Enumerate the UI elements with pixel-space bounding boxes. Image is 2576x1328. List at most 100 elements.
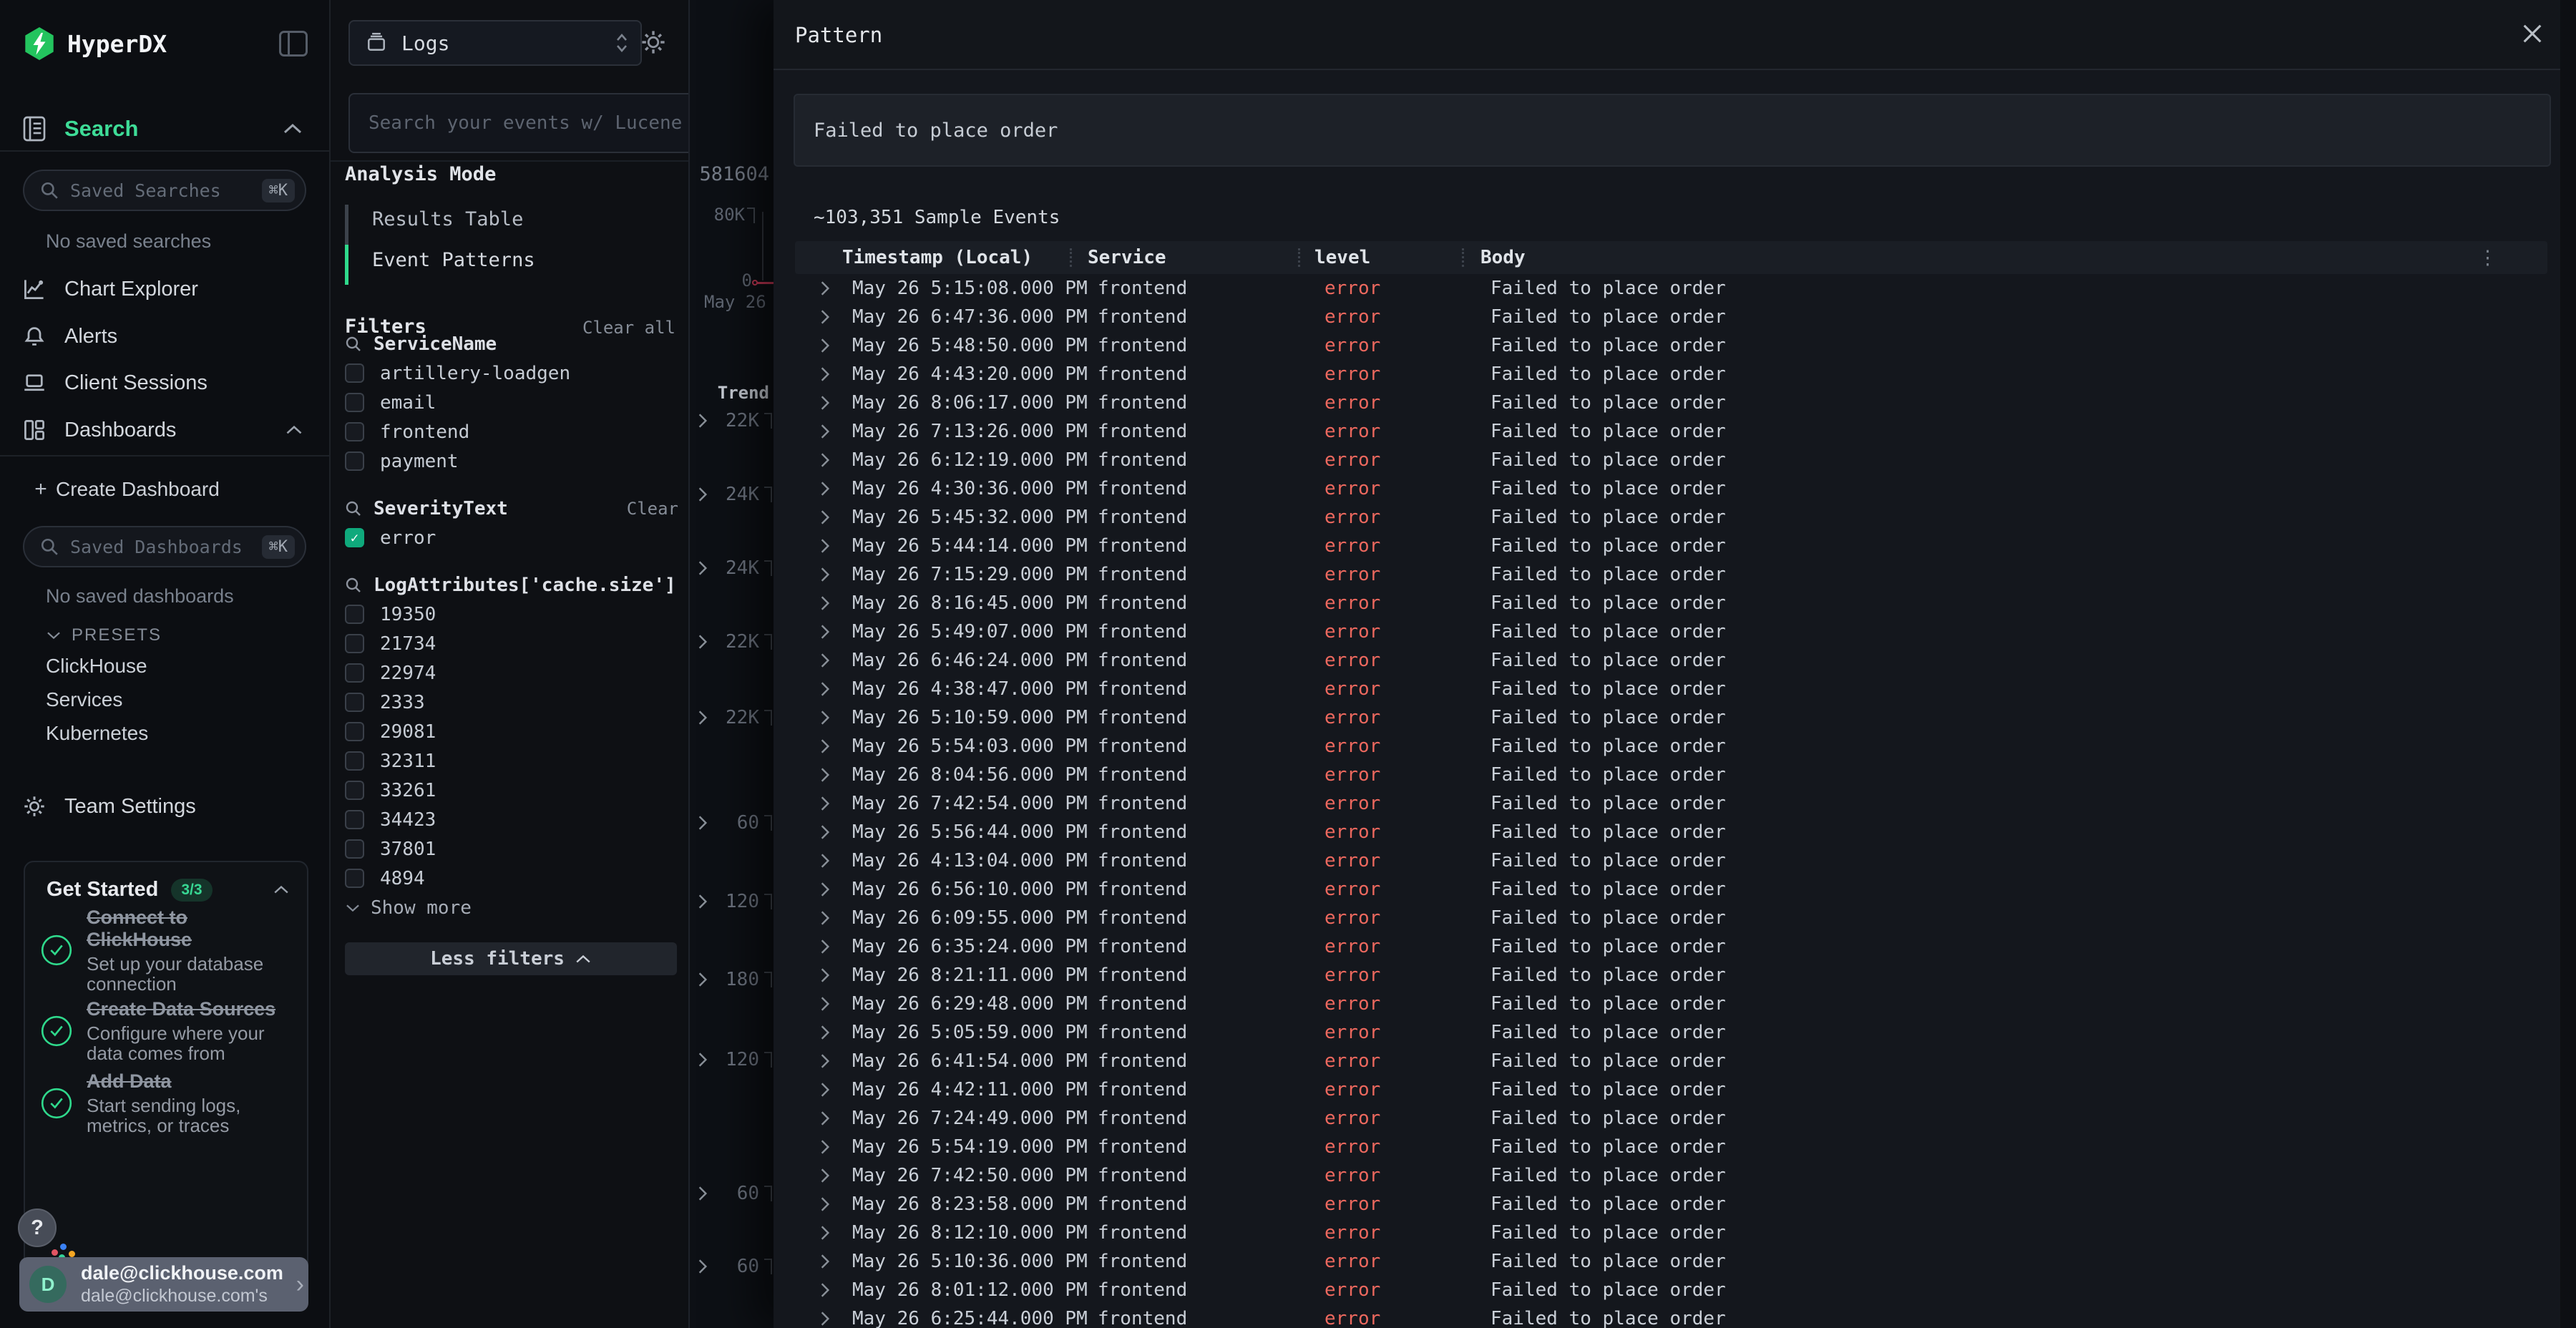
saved-searches-input[interactable]: ⌘K [23,170,306,211]
expand-row-icon[interactable] [697,1185,708,1202]
column-header-service[interactable]: Service [1088,247,1314,268]
event-row[interactable]: May 26 5:54:03.000 PMfrontenderrorFailed… [795,732,2547,761]
expand-row-icon[interactable] [819,881,842,898]
chevron-up-icon[interactable] [273,884,290,895]
expand-row-icon[interactable] [697,412,708,429]
event-row[interactable]: May 26 5:49:07.000 PMfrontenderrorFailed… [795,617,2547,646]
expand-row-icon[interactable] [819,1196,842,1213]
clear-filter-button[interactable]: Clear [627,499,678,519]
sidebar-item-team-settings[interactable]: Team Settings [0,783,329,830]
checkbox[interactable] [345,634,364,653]
event-row[interactable]: May 26 6:56:10.000 PMfrontenderrorFailed… [795,875,2547,904]
filter-option-row[interactable]: 19350 [345,600,678,629]
expand-row-icon[interactable] [697,814,708,831]
filter-option-row[interactable]: 21734 [345,629,678,658]
event-row[interactable]: May 26 5:54:19.000 PMfrontenderrorFailed… [795,1133,2547,1161]
event-row[interactable]: May 26 6:35:24.000 PMfrontenderrorFailed… [795,932,2547,961]
event-row[interactable]: May 26 4:42:11.000 PMfrontenderrorFailed… [795,1075,2547,1104]
event-row[interactable]: May 26 8:23:58.000 PMfrontenderrorFailed… [795,1190,2547,1219]
saved-searches-field[interactable] [69,180,262,202]
expand-row-icon[interactable] [819,1281,842,1299]
event-row[interactable]: May 26 6:25:44.000 PMfrontenderrorFailed… [795,1304,2547,1328]
expand-row-icon[interactable] [819,1224,842,1241]
sidebar-item-dashboards[interactable]: Dashboards [0,406,329,454]
get-started-step[interactable]: Connect to ClickHouseSet up your databas… [41,907,294,994]
expand-row-icon[interactable] [819,566,842,583]
column-header-level[interactable]: level [1314,247,1480,268]
checkbox[interactable] [345,751,364,771]
event-row[interactable]: May 26 8:04:56.000 PMfrontenderrorFailed… [795,761,2547,789]
expand-row-icon[interactable] [819,337,842,354]
checkbox[interactable] [345,363,364,383]
expand-row-icon[interactable] [697,709,708,726]
column-header-body[interactable]: Body [1480,247,2547,268]
event-row[interactable]: May 26 5:05:59.000 PMfrontenderrorFailed… [795,1018,2547,1047]
create-dashboard-button[interactable]: + Create Dashboard [0,469,329,509]
expand-row-icon[interactable] [819,995,842,1012]
event-row[interactable]: May 26 7:24:49.000 PMfrontenderrorFailed… [795,1104,2547,1133]
checkbox[interactable] [345,422,364,441]
event-row[interactable]: May 26 7:42:54.000 PMfrontenderrorFailed… [795,789,2547,818]
expand-row-icon[interactable] [819,366,842,383]
expand-row-icon[interactable] [819,766,842,783]
expand-row-icon[interactable] [697,633,708,650]
event-row[interactable]: May 26 8:01:12.000 PMfrontenderrorFailed… [795,1276,2547,1304]
sidebar-item-client-sessions[interactable]: Client Sessions [0,359,329,406]
mode-event-patterns[interactable]: Event Patterns [372,247,535,273]
event-row[interactable]: May 26 4:30:36.000 PMfrontenderrorFailed… [795,474,2547,503]
expand-row-icon[interactable] [819,1310,842,1327]
filter-option-row[interactable]: ✓error [345,523,678,552]
expand-row-icon[interactable] [819,1053,842,1070]
expand-row-icon[interactable] [819,1253,842,1270]
checkbox[interactable] [345,663,364,683]
expand-row-icon[interactable] [819,652,842,669]
event-row[interactable]: May 26 7:42:50.000 PMfrontenderrorFailed… [795,1161,2547,1190]
event-row[interactable]: May 26 5:10:59.000 PMfrontenderrorFailed… [795,703,2547,732]
expand-row-icon[interactable] [819,451,842,469]
column-resize-handle[interactable] [1462,248,1464,267]
expand-row-icon[interactable] [819,909,842,927]
expand-row-icon[interactable] [819,824,842,841]
collapse-sidebar-icon[interactable] [279,31,308,57]
filter-option-row[interactable]: 2333 [345,688,678,717]
expand-row-icon[interactable] [819,280,842,297]
checkbox[interactable]: ✓ [345,528,364,547]
expand-row-icon[interactable] [819,308,842,326]
scrollbar-track[interactable] [2560,0,2576,1328]
expand-row-icon[interactable] [819,1138,842,1156]
event-row[interactable]: May 26 5:45:32.000 PMfrontenderrorFailed… [795,503,2547,532]
filter-option-row[interactable]: 37801 [345,834,678,864]
expand-row-icon[interactable] [819,423,842,440]
filter-option-row[interactable]: 34423 [345,805,678,834]
event-row[interactable]: May 26 5:56:44.000 PMfrontenderrorFailed… [795,818,2547,846]
expand-row-icon[interactable] [819,1167,842,1184]
filter-option-row[interactable]: 29081 [345,717,678,746]
checkbox[interactable] [345,839,364,859]
filter-option-row[interactable]: 22974 [345,658,678,688]
event-row[interactable]: May 26 5:10:36.000 PMfrontenderrorFailed… [795,1247,2547,1276]
event-row[interactable]: May 26 5:48:50.000 PMfrontenderrorFailed… [795,331,2547,360]
expand-row-icon[interactable] [819,394,842,411]
column-resize-handle[interactable] [1298,248,1300,267]
filter-option-row[interactable]: email [345,388,678,417]
expand-row-icon[interactable] [697,486,708,503]
table-options-kebab-icon[interactable]: ⋮ [2478,247,2497,269]
expand-row-icon[interactable] [819,738,842,755]
event-row[interactable]: May 26 8:16:45.000 PMfrontenderrorFailed… [795,589,2547,617]
expand-row-icon[interactable] [819,537,842,555]
expand-row-icon[interactable] [697,893,708,910]
mode-results-table[interactable]: Results Table [372,206,523,232]
filter-option-row[interactable]: payment [345,446,678,476]
less-filters-button[interactable]: Less filters [345,942,677,975]
expand-row-icon[interactable] [697,1258,708,1275]
expand-row-icon[interactable] [819,1024,842,1041]
saved-dashboards-field[interactable] [69,536,262,558]
checkbox[interactable] [345,693,364,712]
filter-option-row[interactable]: 4894 [345,864,678,893]
event-row[interactable]: May 26 8:06:17.000 PMfrontenderrorFailed… [795,389,2547,417]
event-row[interactable]: May 26 8:21:11.000 PMfrontenderrorFailed… [795,961,2547,990]
checkbox[interactable] [345,781,364,800]
filter-option-row[interactable]: 32311 [345,746,678,776]
expand-row-icon[interactable] [819,852,842,869]
event-row[interactable]: May 26 6:12:19.000 PMfrontenderrorFailed… [795,446,2547,474]
